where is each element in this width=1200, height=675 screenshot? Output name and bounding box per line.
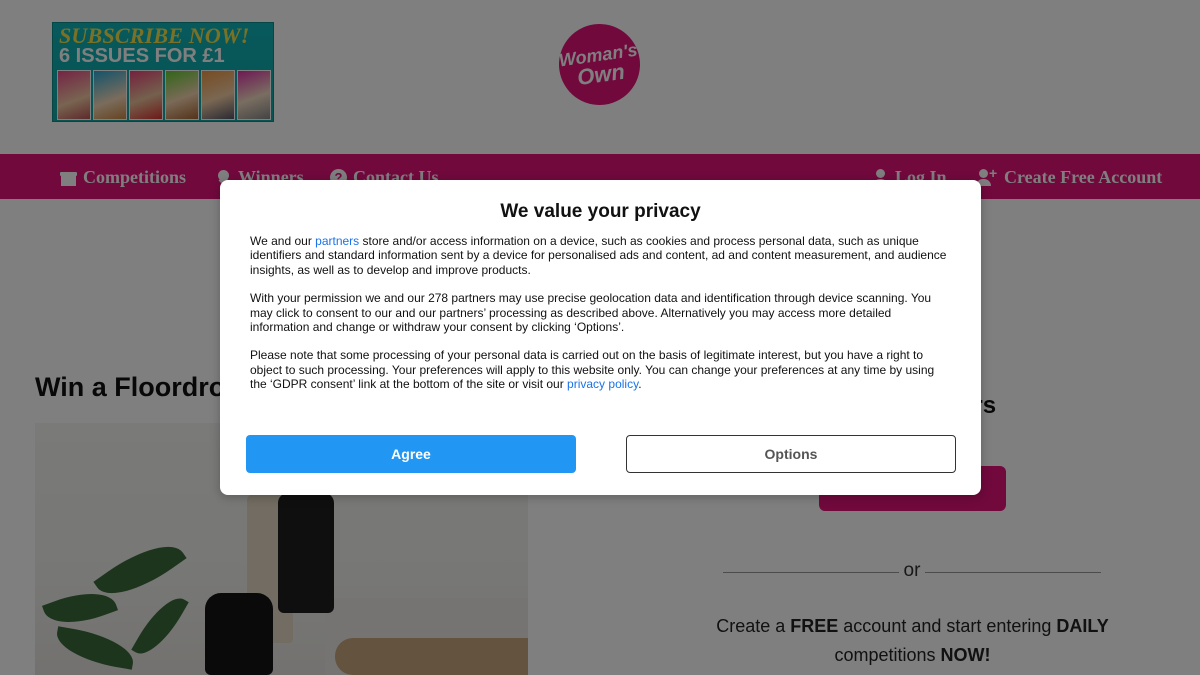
consent-p3-text-after: .: [638, 377, 642, 392]
consent-paragraph-1: We and our partners store and/or access …: [250, 234, 952, 277]
consent-paragraph-3: Please note that some processing of your…: [250, 348, 952, 391]
dialog-body: We and our partners store and/or access …: [250, 234, 952, 406]
options-button[interactable]: Options: [626, 435, 956, 473]
agree-button[interactable]: Agree: [246, 435, 576, 473]
privacy-policy-link[interactable]: privacy policy: [567, 377, 638, 391]
privacy-consent-dialog: We value your privacy We and our partner…: [220, 180, 981, 495]
consent-p1-text: We and our: [250, 234, 316, 248]
consent-paragraph-2: With your permission we and our 278 part…: [250, 291, 932, 335]
dialog-title: We value your privacy: [500, 201, 701, 222]
partners-link[interactable]: partners: [315, 234, 359, 248]
